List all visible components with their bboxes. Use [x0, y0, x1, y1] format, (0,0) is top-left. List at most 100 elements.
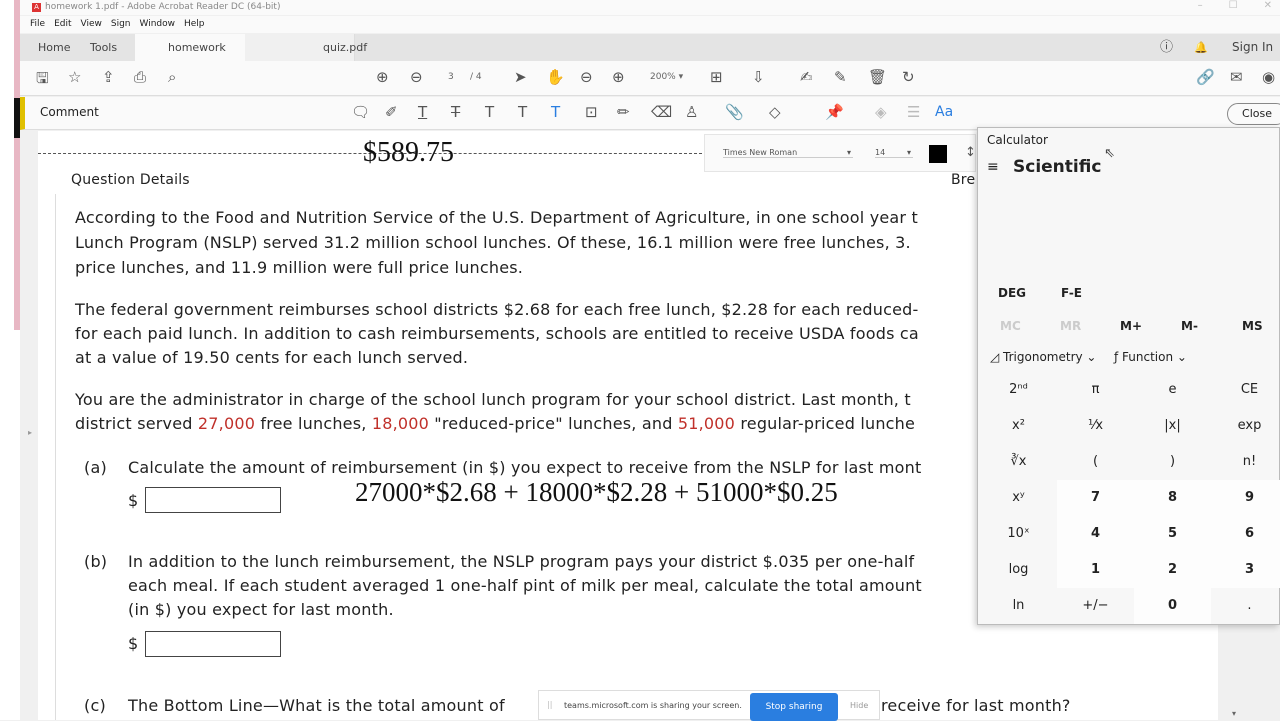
- angle-unit-button[interactable]: DEG: [998, 286, 1026, 300]
- menu-file[interactable]: File: [30, 19, 45, 29]
- replace-text-icon[interactable]: T: [485, 103, 494, 121]
- menu-sign[interactable]: Sign: [111, 19, 131, 29]
- calc-key[interactable]: ∛x: [980, 444, 1057, 480]
- calc-key[interactable]: ⅟x: [1057, 408, 1134, 444]
- menu-window[interactable]: Window: [140, 19, 176, 29]
- eraser-icon[interactable]: ⌫: [651, 103, 672, 121]
- email-icon[interactable]: ✉: [1230, 68, 1243, 86]
- minimize-button[interactable]: –: [1198, 0, 1203, 11]
- calc-key[interactable]: x²: [980, 408, 1057, 444]
- stamp-icon[interactable]: ♙: [685, 103, 698, 121]
- highlight-icon[interactable]: ✐: [385, 103, 398, 121]
- hide-button[interactable]: Hide: [850, 701, 868, 710]
- line-spacing-icon[interactable]: ↕: [965, 145, 976, 160]
- underline-icon[interactable]: T: [418, 103, 427, 121]
- strikethrough-icon[interactable]: T: [451, 103, 460, 121]
- answer-a-input[interactable]: [145, 487, 281, 513]
- insert-text-icon[interactable]: T: [518, 103, 527, 121]
- select-arrow-icon[interactable]: ➤: [514, 68, 527, 86]
- stop-sharing-button[interactable]: Stop sharing: [750, 693, 838, 721]
- pencil-icon[interactable]: ✏: [617, 103, 630, 121]
- calc-key[interactable]: 6: [1211, 516, 1280, 552]
- calc-key[interactable]: +/−: [1057, 588, 1134, 624]
- menu-help[interactable]: Help: [184, 19, 205, 29]
- star-icon[interactable]: ☆: [68, 68, 81, 86]
- menu-view[interactable]: View: [81, 19, 102, 29]
- memory-recall-button[interactable]: MR: [1060, 319, 1081, 333]
- calc-key[interactable]: ): [1134, 444, 1211, 480]
- text-box-icon[interactable]: ⊡: [585, 103, 598, 121]
- calc-key[interactable]: xʸ: [980, 480, 1057, 516]
- calc-key[interactable]: 8: [1134, 480, 1211, 516]
- calc-key[interactable]: π: [1057, 372, 1134, 408]
- menu-icon[interactable]: ≡: [987, 159, 999, 175]
- page-number-input[interactable]: 3: [448, 72, 454, 82]
- expand-panel-icon[interactable]: ▸: [28, 428, 32, 437]
- hand-icon[interactable]: ✋: [546, 68, 565, 86]
- memory-store-button[interactable]: MS: [1242, 319, 1263, 333]
- sticky-note-icon[interactable]: 🗨: [351, 103, 370, 121]
- memory-add-button[interactable]: M+: [1120, 319, 1142, 333]
- drag-handle-icon[interactable]: ||: [547, 700, 552, 709]
- shapes-icon[interactable]: ◇: [769, 103, 781, 121]
- calc-key[interactable]: 2ⁿᵈ: [980, 372, 1057, 408]
- prev-page-icon[interactable]: ⊕: [376, 68, 389, 86]
- upload-icon[interactable]: ⇪: [102, 68, 115, 86]
- calc-key[interactable]: .: [1211, 588, 1280, 624]
- calc-key[interactable]: e: [1134, 372, 1211, 408]
- fe-button[interactable]: F-E: [1061, 286, 1082, 300]
- rotate-icon[interactable]: ↻: [902, 68, 915, 86]
- close-comment-button[interactable]: Close: [1227, 103, 1280, 125]
- function-dropdown[interactable]: ƒ Function ⌄: [1114, 350, 1187, 364]
- zoom-dropdown[interactable]: 200% ▾: [650, 72, 683, 82]
- share-link-icon[interactable]: 🔗: [1196, 68, 1215, 86]
- sign-icon[interactable]: ✍: [800, 68, 813, 86]
- calc-key[interactable]: CE: [1211, 372, 1280, 408]
- pin-icon[interactable]: 📌: [825, 103, 844, 121]
- answer-b-input[interactable]: [145, 631, 281, 657]
- print-icon[interactable]: ⎙: [134, 68, 146, 86]
- menu-edit[interactable]: Edit: [54, 19, 71, 29]
- zoom-in-icon[interactable]: ⊕: [612, 68, 625, 86]
- calc-key[interactable]: log: [980, 552, 1057, 588]
- calc-key[interactable]: 10ˣ: [980, 516, 1057, 552]
- calc-key[interactable]: ln: [980, 588, 1057, 624]
- sign-in-link[interactable]: Sign In: [1232, 34, 1273, 61]
- memory-clear-button[interactable]: MC: [1000, 319, 1021, 333]
- fill-color-icon[interactable]: ◈: [875, 103, 887, 121]
- font-size-dropdown[interactable]: 14 ▾: [875, 148, 913, 158]
- calc-key[interactable]: (: [1057, 444, 1134, 480]
- attach-icon[interactable]: 📎: [725, 103, 744, 121]
- tab-homework[interactable]: homework 1.pdf: [135, 34, 245, 81]
- trigonometry-dropdown[interactable]: ◿ Trigonometry ⌄: [990, 350, 1096, 364]
- line-style-icon[interactable]: ☰: [907, 103, 920, 121]
- calc-key[interactable]: 0: [1134, 588, 1211, 624]
- calc-key[interactable]: 9: [1211, 480, 1280, 516]
- memory-subtract-button[interactable]: M-: [1181, 319, 1198, 333]
- add-text-icon[interactable]: T: [551, 103, 560, 121]
- tab-tools[interactable]: Tools: [90, 34, 117, 61]
- font-properties-button[interactable]: Aa: [935, 104, 953, 120]
- tab-quiz[interactable]: quiz.pdf: [245, 34, 367, 61]
- next-page-icon[interactable]: ⊖: [410, 68, 423, 86]
- calc-key[interactable]: 4: [1057, 516, 1134, 552]
- calc-key[interactable]: exp: [1211, 408, 1280, 444]
- save-icon[interactable]: 🖫: [36, 68, 49, 93]
- font-name-dropdown[interactable]: Times New Roman ▾: [723, 148, 853, 158]
- calc-key[interactable]: n!: [1211, 444, 1280, 480]
- close-window-button[interactable]: ✕: [1264, 0, 1272, 11]
- tab-home[interactable]: Home: [38, 34, 70, 61]
- account-icon[interactable]: ◉: [1262, 68, 1275, 86]
- scroll-mode-icon[interactable]: ⇩: [752, 68, 765, 86]
- calc-key[interactable]: 5: [1134, 516, 1211, 552]
- calc-key[interactable]: 2: [1134, 552, 1211, 588]
- edit-icon[interactable]: ✎: [834, 68, 847, 86]
- zoom-out-icon[interactable]: ⊖: [580, 68, 593, 86]
- calc-key[interactable]: |x|: [1134, 408, 1211, 444]
- scroll-down-icon[interactable]: ▾: [1232, 709, 1236, 718]
- trash-icon[interactable]: 🗑: [868, 68, 887, 86]
- calc-key[interactable]: 7: [1057, 480, 1134, 516]
- calc-key[interactable]: 3: [1211, 552, 1280, 588]
- help-icon[interactable]: ⓘ: [1160, 34, 1173, 61]
- bell-icon[interactable]: 🔔: [1194, 34, 1208, 61]
